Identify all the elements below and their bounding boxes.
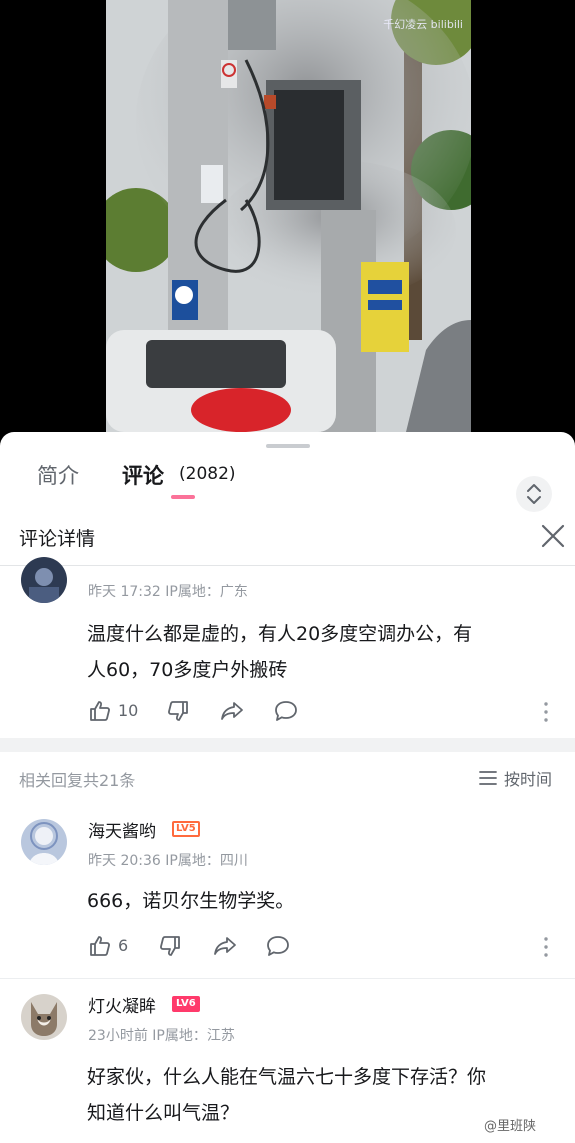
comment-text: 温度什么都是虚的，有人20多度空调办公，有 人60，70多度户外搬砖 xyxy=(87,616,472,688)
replies-header: 相关回复共21条 按时间 xyxy=(0,752,575,802)
sort-lines-icon xyxy=(479,771,497,785)
weibo-watermark: @里班陕 xyxy=(484,1119,537,1134)
comment-text-line: 知道什么叫气温？ xyxy=(87,1102,240,1124)
video-watermark: 千幻凌云 bilibili xyxy=(383,18,463,31)
like-count: 10 xyxy=(118,701,139,720)
expand-button[interactable] xyxy=(516,476,552,512)
dislike-button[interactable] xyxy=(166,699,190,725)
more-button[interactable] xyxy=(543,701,549,723)
avatar[interactable] xyxy=(21,994,67,1040)
thumbs-down-icon xyxy=(168,701,188,721)
comment-actions: 6 xyxy=(88,934,568,960)
tab-intro[interactable]: 简介 xyxy=(37,460,79,490)
thumbs-up-icon xyxy=(90,936,110,956)
reply-button[interactable] xyxy=(265,934,291,960)
comment-meta: 昨天 20:36 IP属地：四川 xyxy=(88,853,248,869)
comment-text-line: 人60，70多度户外搬砖 xyxy=(87,659,288,681)
drag-handle[interactable] xyxy=(266,444,310,448)
active-tab-indicator xyxy=(171,495,195,499)
close-button[interactable] xyxy=(541,524,565,548)
comment-text: 666，诺贝尔生物学奖。 xyxy=(87,883,294,919)
level-badge: LV6 xyxy=(172,996,200,1012)
comment-detail-title: 评论详情 xyxy=(19,528,96,550)
avatar-image xyxy=(21,994,67,1040)
share-button[interactable] xyxy=(219,699,245,725)
video-frame: 千幻凌云 bilibili xyxy=(106,0,471,432)
divider xyxy=(0,978,575,979)
share-button[interactable] xyxy=(212,934,238,960)
reply-count: 相关回复共21条 xyxy=(19,771,136,790)
comment-text-line: 666，诺贝尔生物学奖。 xyxy=(87,890,295,912)
comment-actions: 10 xyxy=(88,699,568,725)
video-player[interactable]: 千幻凌云 bilibili xyxy=(0,0,575,440)
more-vertical-icon xyxy=(544,702,548,722)
like-count: 6 xyxy=(118,936,129,955)
avatar-image xyxy=(21,819,67,865)
tab-comments[interactable]: 评论 xyxy=(122,460,164,490)
more-button[interactable] xyxy=(543,936,549,958)
comment-bubble-icon xyxy=(275,701,297,721)
tab-bar: 简介 评论 (2082) xyxy=(0,452,575,512)
like-button[interactable] xyxy=(88,699,112,725)
reply-button[interactable] xyxy=(273,699,299,725)
comment-text-line: 好家伙，什么人能在气温六七十多度下存活？你 xyxy=(87,1066,487,1088)
like-button[interactable] xyxy=(88,934,112,960)
comment-detail-header: 评论详情 xyxy=(0,514,575,566)
comment-meta: 23小时前 IP属地：江苏 xyxy=(88,1028,235,1044)
avatar[interactable] xyxy=(21,557,67,603)
sort-label: 按时间 xyxy=(504,770,553,789)
comment-text-line: 温度什么都是虚的，有人20多度空调办公，有 xyxy=(87,623,473,645)
video-scene xyxy=(106,0,471,432)
close-icon xyxy=(541,524,565,548)
username[interactable]: 海天酱哟 xyxy=(88,817,156,842)
share-icon xyxy=(221,702,243,720)
chevron-up-down-icon xyxy=(527,484,541,504)
comment-count: (2082) xyxy=(179,464,236,484)
thumbs-down-icon xyxy=(160,936,180,956)
share-icon xyxy=(214,937,236,955)
comment-sheet: 简介 评论 (2082) 评论详情 昨天 17:32 IP属地：广东 温度什么都… xyxy=(0,432,575,1143)
level-badge: LV5 xyxy=(172,821,200,837)
more-vertical-icon xyxy=(544,937,548,957)
dislike-button[interactable] xyxy=(158,934,182,960)
username[interactable]: 灯火凝眸 xyxy=(88,992,156,1017)
section-gap xyxy=(0,738,575,752)
sort-button[interactable]: 按时间 xyxy=(478,765,564,789)
comment-meta: 昨天 17:32 IP属地：广东 xyxy=(88,584,248,600)
thumbs-up-icon xyxy=(90,701,110,721)
avatar[interactable] xyxy=(21,819,67,865)
comment-text: 好家伙，什么人能在气温六七十多度下存活？你 知道什么叫气温？ xyxy=(87,1059,486,1131)
comment-bubble-icon xyxy=(267,936,289,956)
avatar-image xyxy=(21,557,67,603)
